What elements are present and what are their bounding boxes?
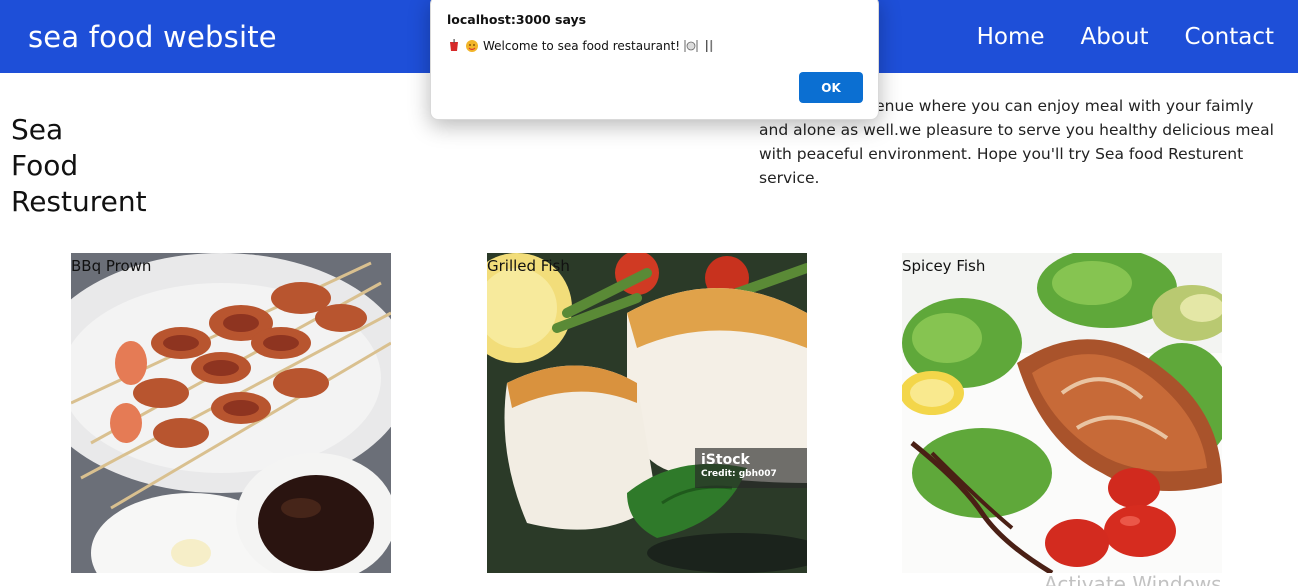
hero-title: Sea Food Resturent bbox=[11, 112, 211, 220]
dialog-title: localhost:3000 says bbox=[447, 12, 587, 27]
istock-credit: Credit: gbh007 bbox=[701, 469, 777, 479]
hero-title-line: Sea bbox=[11, 113, 64, 146]
face-emoji-icon bbox=[466, 40, 478, 52]
bbq-prawn-skewers-image bbox=[71, 253, 391, 573]
card-grilled-fish: Grilled Fish iStock Credit: gbh007 bbox=[487, 253, 807, 573]
nav-link-contact[interactable]: Contact bbox=[1185, 24, 1274, 50]
nav-links: Home About Contact bbox=[977, 24, 1274, 50]
nav-link-home[interactable]: Home bbox=[977, 24, 1045, 50]
hero-title-line: Food bbox=[11, 149, 79, 182]
ok-button[interactable]: OK bbox=[799, 72, 863, 103]
brand-title[interactable]: sea food website bbox=[28, 20, 277, 54]
card-label: Spicey Fish bbox=[902, 257, 986, 275]
hero-title-line: Resturent bbox=[11, 185, 147, 218]
card-label: Grilled Fish bbox=[487, 257, 570, 275]
istock-brand: iStock bbox=[701, 452, 750, 468]
istock-badge: iStock Credit: gbh007 bbox=[695, 448, 807, 488]
dialog-message: Welcome to sea food restaurant! bbox=[483, 39, 681, 53]
card-bbq-prawn: BBq Prown bbox=[71, 253, 391, 573]
drink-emoji-icon bbox=[450, 39, 458, 51]
fork-knife-emoji-icon bbox=[706, 40, 713, 52]
grilled-fish-image bbox=[487, 253, 807, 573]
dialog-message-row: Welcome to sea food restaurant! bbox=[447, 39, 716, 53]
plate-cutlery-emoji-icon bbox=[684, 40, 698, 52]
alert-dialog: localhost:3000 says Welcome to sea food … bbox=[430, 0, 879, 120]
card-label: BBq Prown bbox=[71, 257, 152, 275]
activate-windows-watermark: Activate Windows bbox=[1044, 572, 1222, 586]
nav-link-about[interactable]: About bbox=[1081, 24, 1149, 50]
card-spicy-fish: Spicey Fish bbox=[902, 253, 1222, 573]
spicy-salmon-salad-image bbox=[902, 253, 1222, 573]
